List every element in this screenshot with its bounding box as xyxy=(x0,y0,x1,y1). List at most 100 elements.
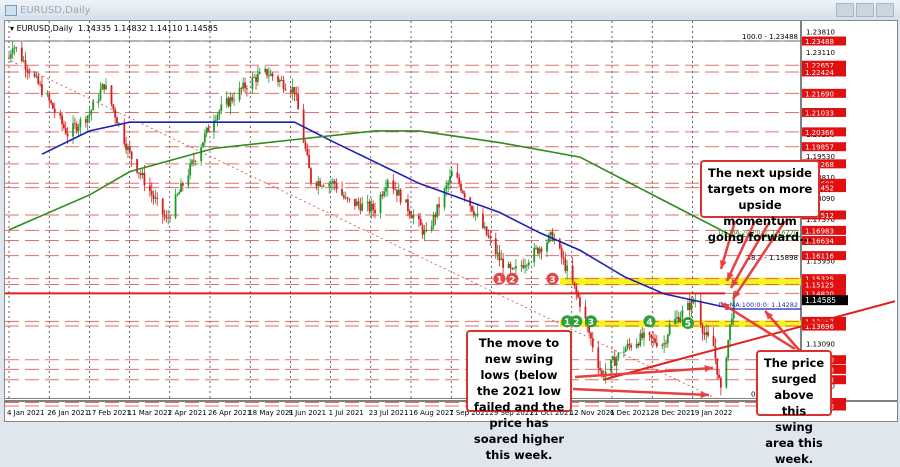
candle-body xyxy=(191,160,193,164)
candle-body xyxy=(533,247,536,263)
candle-body xyxy=(251,77,254,90)
candle-body xyxy=(72,123,74,137)
window-titlebar: EURUSD,Daily xyxy=(0,0,900,20)
candle-body xyxy=(150,191,153,195)
candle-body xyxy=(116,117,118,124)
candle-body xyxy=(458,177,461,184)
candle-body xyxy=(688,302,691,310)
candle-body xyxy=(714,346,717,359)
candle-body xyxy=(549,231,552,235)
candle-body xyxy=(13,47,16,49)
candle-body xyxy=(117,122,120,124)
close-button[interactable] xyxy=(876,3,894,17)
candle-body xyxy=(496,252,499,254)
candle-body xyxy=(39,83,42,85)
candle-body xyxy=(460,183,462,191)
candle-body xyxy=(282,80,285,89)
candle-body xyxy=(167,217,170,219)
candle-body xyxy=(396,189,398,196)
maximize-button[interactable] xyxy=(856,3,874,17)
candle-body xyxy=(509,263,512,269)
marker-number: 5 xyxy=(685,320,691,330)
x-tick-label: 9 Jun 2021 xyxy=(288,409,326,417)
candle-body xyxy=(502,258,504,268)
candle-body xyxy=(597,347,600,368)
symbol-name: EURUSD,Daily xyxy=(16,24,73,33)
candle-body xyxy=(315,183,318,187)
candle-body xyxy=(86,115,89,123)
candle-body xyxy=(344,197,347,199)
candle-body xyxy=(392,180,395,189)
candle-body xyxy=(178,192,181,195)
candle-body xyxy=(267,75,270,77)
candle-body xyxy=(256,73,259,82)
arrow-head-icon xyxy=(704,365,713,373)
candle-body xyxy=(28,71,31,74)
candle-body xyxy=(231,97,234,101)
candle-body xyxy=(707,331,709,336)
candle-body xyxy=(622,351,625,353)
rising-trendline xyxy=(602,300,896,381)
candle-body xyxy=(37,75,40,84)
candle-body xyxy=(277,76,279,82)
candle-body xyxy=(701,324,704,334)
candle-body xyxy=(152,194,155,199)
candle-body xyxy=(125,143,128,150)
candle-body xyxy=(59,112,62,116)
candle-body xyxy=(679,317,682,323)
candle-body xyxy=(64,127,67,134)
candle-body xyxy=(169,217,171,219)
candle-body xyxy=(244,82,246,89)
candle-body xyxy=(615,358,618,366)
candle-body xyxy=(266,68,268,76)
candle-body xyxy=(727,339,730,359)
candle-body xyxy=(97,99,100,102)
candle-body xyxy=(573,282,576,286)
current-price-label: 1.14585 xyxy=(805,296,836,305)
marker-number: 4 xyxy=(646,318,652,328)
candle-body xyxy=(355,201,358,207)
candle-body xyxy=(66,133,69,137)
candle-body xyxy=(379,194,382,214)
candle-body xyxy=(11,48,14,54)
candle-body xyxy=(643,332,645,338)
candle-body xyxy=(527,262,530,266)
candle-body xyxy=(500,258,503,261)
candle-body xyxy=(357,201,360,205)
candle-body xyxy=(690,299,693,310)
candle-body xyxy=(590,332,592,339)
candle-body xyxy=(88,113,91,116)
candle-body xyxy=(138,172,140,174)
candle-body xyxy=(482,213,484,229)
candle-body xyxy=(430,226,433,231)
candle-body xyxy=(214,119,217,121)
candle-body xyxy=(304,142,307,149)
candle-body xyxy=(128,146,131,152)
candle-body xyxy=(53,108,56,113)
minimize-button[interactable] xyxy=(836,3,854,17)
candle-body xyxy=(50,100,52,104)
candle-body xyxy=(456,172,459,178)
candle-body xyxy=(127,146,129,150)
candle-body xyxy=(687,302,689,311)
chart-window-icon xyxy=(5,5,17,16)
level-price-label: 1.19857 xyxy=(805,144,834,152)
candle-body xyxy=(203,133,206,143)
candle-body xyxy=(449,176,451,183)
candle-body xyxy=(498,252,501,261)
candle-body xyxy=(405,199,408,203)
candle-body xyxy=(306,148,309,156)
candle-body xyxy=(253,77,256,79)
candle-body xyxy=(407,199,409,212)
candle-body xyxy=(729,324,731,340)
candle-body xyxy=(278,80,281,82)
candle-body xyxy=(472,211,475,216)
candle-body xyxy=(471,205,473,212)
candle-body xyxy=(187,175,190,186)
candle-body xyxy=(48,94,51,101)
arrow-head-icon xyxy=(719,260,727,269)
arrow-head-icon xyxy=(700,391,709,399)
candle-body xyxy=(676,316,678,319)
candle-body xyxy=(246,88,248,90)
candle-body xyxy=(92,101,95,111)
